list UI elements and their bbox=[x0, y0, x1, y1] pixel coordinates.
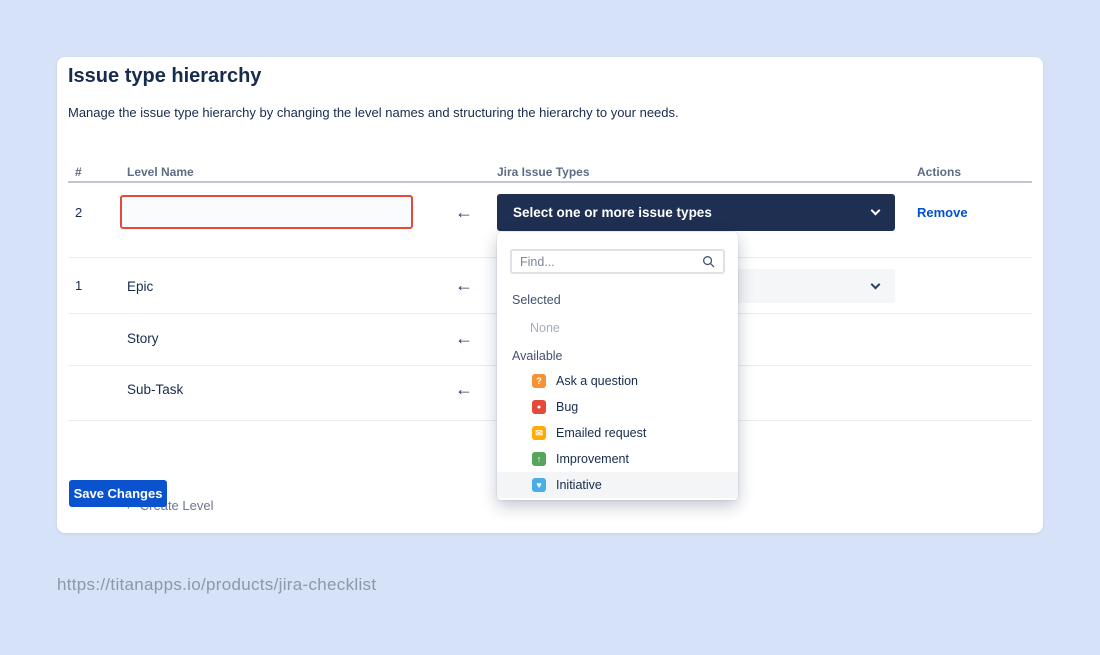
level-name-subtask: Sub-Task bbox=[127, 382, 183, 397]
email-type-icon: ✉ bbox=[532, 426, 546, 440]
find-input[interactable] bbox=[512, 255, 702, 269]
chevron-down-icon bbox=[871, 279, 881, 289]
move-level-left-arrow-icon[interactable]: ← bbox=[455, 380, 473, 398]
move-level-left-arrow-icon[interactable]: ← bbox=[455, 276, 473, 294]
table-header-divider bbox=[68, 181, 1032, 183]
dropdown-item-improvement[interactable]: ↑ Improvement bbox=[497, 446, 738, 472]
chevron-down-icon bbox=[871, 206, 881, 216]
find-field-wrapper bbox=[510, 249, 725, 274]
level-name-input[interactable] bbox=[120, 195, 413, 229]
level-name-story: Story bbox=[127, 331, 159, 346]
save-changes-button[interactable]: Save Changes bbox=[69, 480, 167, 507]
issue-type-hierarchy-card: Issue type hierarchy Manage the issue ty… bbox=[57, 57, 1043, 533]
dropdown-item-label: Initiative bbox=[556, 478, 602, 492]
row-level-number: 1 bbox=[75, 278, 82, 293]
dropdown-item-label: Bug bbox=[556, 400, 578, 414]
dropdown-item-label: Emailed request bbox=[556, 426, 646, 440]
column-header-level-name: Level Name bbox=[127, 165, 194, 179]
question-type-icon: ? bbox=[532, 374, 546, 388]
page-background: Issue type hierarchy Manage the issue ty… bbox=[0, 0, 1100, 655]
issue-types-dropdown-panel: Selected None Available ? Ask a question… bbox=[497, 232, 738, 500]
dropdown-item-label: Ask a question bbox=[556, 374, 638, 388]
move-level-left-arrow-icon[interactable]: ← bbox=[455, 329, 473, 347]
page-title: Issue type hierarchy bbox=[68, 65, 261, 88]
selected-none-value: None bbox=[530, 321, 560, 335]
column-header-number: # bbox=[75, 165, 82, 179]
row-level-number: 2 bbox=[75, 205, 82, 220]
issue-types-select-trigger[interactable]: Select one or more issue types bbox=[497, 194, 895, 231]
column-header-actions: Actions bbox=[917, 165, 961, 179]
search-icon bbox=[702, 255, 715, 268]
available-items-list: ? Ask a question ● Bug ✉ Emailed request… bbox=[497, 368, 738, 498]
dropdown-item-initiative[interactable]: ♥ Initiative bbox=[497, 472, 738, 498]
remove-level-button[interactable]: Remove bbox=[917, 205, 968, 220]
initiative-type-icon: ♥ bbox=[532, 478, 546, 492]
page-description: Manage the issue type hierarchy by chang… bbox=[68, 105, 679, 120]
dropdown-item-ask-a-question[interactable]: ? Ask a question bbox=[497, 368, 738, 394]
level-name-epic: Epic bbox=[127, 279, 153, 294]
move-level-left-arrow-icon[interactable]: ← bbox=[455, 203, 473, 221]
available-section-heading: Available bbox=[512, 349, 563, 363]
issue-types-select-label: Select one or more issue types bbox=[513, 205, 712, 220]
dropdown-item-bug[interactable]: ● Bug bbox=[497, 394, 738, 420]
improvement-type-icon: ↑ bbox=[532, 452, 546, 466]
dropdown-item-emailed-request[interactable]: ✉ Emailed request bbox=[497, 420, 738, 446]
dropdown-item-label: Improvement bbox=[556, 452, 629, 466]
page-url-caption: https://titanapps.io/products/jira-check… bbox=[57, 575, 376, 595]
column-header-jira-issue-types: Jira Issue Types bbox=[497, 165, 590, 179]
bug-type-icon: ● bbox=[532, 400, 546, 414]
selected-section-heading: Selected bbox=[512, 293, 561, 307]
